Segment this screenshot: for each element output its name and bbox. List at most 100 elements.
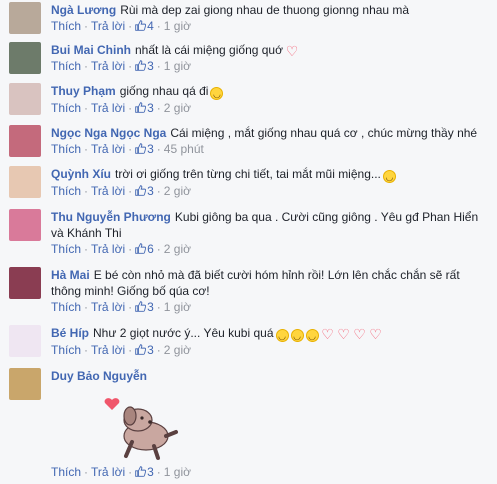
- reply-link[interactable]: Trả lời: [91, 59, 125, 73]
- heart-emoji-icon: ♡: [353, 326, 366, 342]
- avatar[interactable]: [9, 368, 41, 400]
- avatar[interactable]: [9, 42, 41, 74]
- separator: ·: [84, 19, 89, 33]
- comment-body: Hà Mai E bé còn nhỏ mà đã biết cười hóm h…: [51, 267, 487, 315]
- like-link[interactable]: Thích: [51, 184, 81, 198]
- comment-body: Ngà Lương Rùi mà dep zai giong nhau de th…: [51, 2, 487, 34]
- like-link[interactable]: Thích: [51, 242, 81, 256]
- heart-emoji-icon: ♡: [369, 326, 382, 342]
- avatar[interactable]: [9, 267, 41, 299]
- commenter-name[interactable]: Ngà Lương: [51, 3, 116, 17]
- comment-content: Bui Mai Chinh nhất là cái miệng giống quớ…: [51, 42, 487, 58]
- separator: ·: [156, 19, 161, 33]
- like-count[interactable]: 4: [135, 19, 154, 33]
- like-count[interactable]: 3: [135, 142, 154, 156]
- separator: ·: [128, 465, 133, 479]
- comment-text: E bé còn nhỏ mà đã biết cười hóm hỉnh rồ…: [51, 268, 460, 298]
- like-count[interactable]: 3: [135, 184, 154, 198]
- timestamp[interactable]: 2 giờ: [164, 101, 191, 115]
- comment-actions: Thích · Trả lời · 3 · 2 giờ: [51, 183, 487, 199]
- like-count-value: 3: [147, 465, 154, 479]
- commenter-name[interactable]: Duy Bảo Nguyễn: [51, 369, 147, 383]
- like-count[interactable]: 3: [135, 59, 154, 73]
- reply-link[interactable]: Trả lời: [91, 300, 125, 314]
- avatar[interactable]: [9, 125, 41, 157]
- comment-body: Bui Mai Chinh nhất là cái miệng giống quớ…: [51, 42, 487, 74]
- dog-sticker[interactable]: [102, 392, 182, 462]
- comment-actions: Thích · Trả lời · 3 · 1 giờ: [51, 58, 487, 74]
- separator: ·: [84, 184, 89, 198]
- heart-emoji-icon: ♡: [337, 326, 350, 342]
- timestamp[interactable]: 2 giờ: [164, 184, 191, 198]
- comment-actions: Thích · Trả lời · 3 · 1 giờ: [51, 464, 487, 480]
- separator: ·: [84, 142, 89, 156]
- separator: ·: [84, 300, 89, 314]
- reply-link[interactable]: Trả lời: [91, 343, 125, 357]
- avatar[interactable]: [9, 325, 41, 357]
- like-count[interactable]: 3: [135, 101, 154, 115]
- comment-text: Như 2 giọt nước ý... Yêu kubi quá: [93, 326, 274, 340]
- like-count[interactable]: 3: [135, 300, 154, 314]
- commenter-name[interactable]: Quỳnh Xíu: [51, 167, 111, 181]
- timestamp[interactable]: 2 giờ: [164, 343, 191, 357]
- reply-link[interactable]: Trả lời: [91, 101, 125, 115]
- like-count[interactable]: 3: [135, 465, 154, 479]
- like-link[interactable]: Thích: [51, 19, 81, 33]
- smiley-emoji-icon: ◡: [382, 170, 396, 183]
- like-link[interactable]: Thích: [51, 101, 81, 115]
- thumbs-up-icon: [135, 185, 147, 196]
- comment-actions: Thích · Trả lời · 3 · 2 giờ: [51, 342, 487, 358]
- emoji-group: ♡: [283, 43, 299, 58]
- avatar[interactable]: [9, 2, 41, 34]
- timestamp[interactable]: 1 giờ: [164, 59, 191, 73]
- timestamp[interactable]: 2 giờ: [164, 242, 191, 256]
- separator: ·: [128, 300, 133, 314]
- reply-link[interactable]: Trả lời: [91, 142, 125, 156]
- reply-link[interactable]: Trả lời: [91, 19, 125, 33]
- separator: ·: [156, 184, 161, 198]
- thumbs-up-icon: [135, 60, 147, 71]
- commenter-name[interactable]: Ngọc Nga Ngọc Nga: [51, 126, 166, 140]
- separator: ·: [156, 142, 161, 156]
- comment-content: Duy Bảo Nguyễn: [51, 368, 487, 384]
- commenter-name[interactable]: Bui Mai Chinh: [51, 43, 131, 57]
- comment-actions: Thích · Trả lời · 6 · 2 giờ: [51, 241, 487, 257]
- like-link[interactable]: Thích: [51, 142, 81, 156]
- emoji-group: ◡: [208, 84, 224, 100]
- timestamp[interactable]: 1 giờ: [164, 465, 191, 479]
- like-link[interactable]: Thích: [51, 465, 81, 479]
- timestamp[interactable]: 1 giờ: [164, 19, 191, 33]
- timestamp[interactable]: 45 phút: [164, 142, 204, 156]
- commenter-name[interactable]: Thuy Phạm: [51, 84, 116, 98]
- like-link[interactable]: Thích: [51, 343, 81, 357]
- separator: ·: [128, 242, 133, 256]
- like-count[interactable]: 6: [135, 242, 154, 256]
- smiley-emoji-icon: ◡: [210, 87, 224, 100]
- separator: ·: [84, 101, 89, 115]
- separator: ·: [128, 184, 133, 198]
- like-count-value: 4: [147, 19, 154, 33]
- avatar[interactable]: [9, 166, 41, 198]
- comment-body: Bé Híp Như 2 giọt nước ý... Yêu kubi quá ◡…: [51, 325, 487, 358]
- like-link[interactable]: Thích: [51, 59, 81, 73]
- reply-link[interactable]: Trả lời: [91, 465, 125, 479]
- comment-text: Cái miệng , mắt giống nhau quá cơ , chúc…: [170, 126, 478, 140]
- commenter-name[interactable]: Thu Nguyễn Phương: [51, 210, 171, 224]
- like-link[interactable]: Thích: [51, 300, 81, 314]
- comment-content: Ngà Lương Rùi mà dep zai giong nhau de th…: [51, 2, 487, 18]
- like-count-value: 3: [147, 142, 154, 156]
- avatar[interactable]: [9, 83, 41, 115]
- reply-link[interactable]: Trả lời: [91, 184, 125, 198]
- thumbs-up-icon: [135, 20, 147, 31]
- like-count-value: 3: [147, 343, 154, 357]
- commenter-name[interactable]: Bé Híp: [51, 326, 89, 340]
- separator: ·: [156, 465, 161, 479]
- timestamp[interactable]: 1 giờ: [164, 300, 191, 314]
- commenter-name[interactable]: Hà Mai: [51, 268, 90, 282]
- smiley-emoji-icon: ◡: [290, 329, 304, 342]
- like-count[interactable]: 3: [135, 343, 154, 357]
- smiley-emoji-icon: ◡: [305, 329, 319, 342]
- avatar[interactable]: [9, 209, 41, 241]
- separator: ·: [156, 242, 161, 256]
- reply-link[interactable]: Trả lời: [91, 242, 125, 256]
